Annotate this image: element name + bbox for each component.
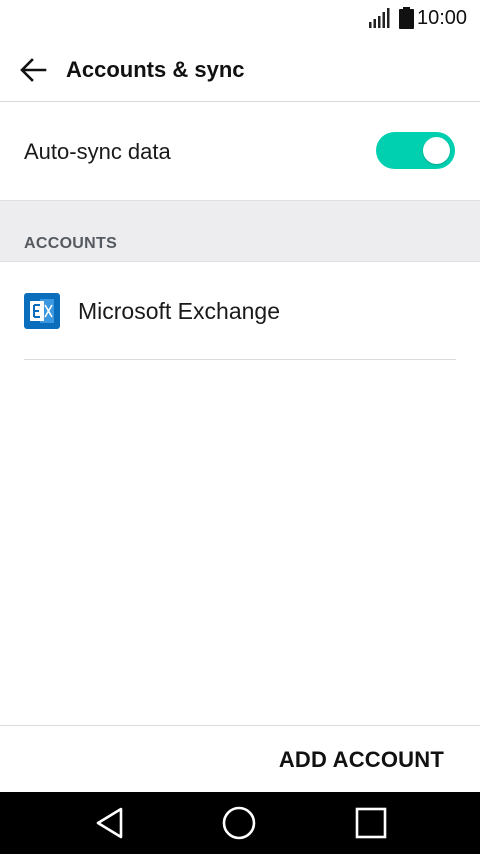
signal-bars-icon xyxy=(369,8,390,28)
auto-sync-toggle[interactable] xyxy=(376,132,455,169)
circle-home-icon xyxy=(222,806,256,840)
auto-sync-label: Auto-sync data xyxy=(24,139,171,164)
square-recents-icon xyxy=(355,807,387,839)
nav-recents-button[interactable] xyxy=(351,804,391,842)
nav-home-button[interactable] xyxy=(219,804,259,842)
toggle-knob xyxy=(423,137,450,164)
page-title: Accounts & sync xyxy=(66,57,245,82)
status-clock: 10:00 xyxy=(417,7,468,29)
microsoft-exchange-icon xyxy=(24,293,60,329)
add-account-button[interactable]: ADD ACCOUNT xyxy=(279,746,444,774)
auto-sync-row[interactable]: Auto-sync data xyxy=(0,102,480,200)
account-name: Microsoft Exchange xyxy=(78,298,280,324)
accounts-header-label: ACCOUNTS xyxy=(24,235,118,252)
account-item-microsoft-exchange[interactable]: Microsoft Exchange xyxy=(0,262,480,360)
app-bar: Accounts & sync xyxy=(0,38,480,102)
triangle-back-icon xyxy=(96,807,123,839)
nav-back-button[interactable] xyxy=(89,804,129,842)
back-button[interactable] xyxy=(14,52,52,88)
status-bar: 10:00 xyxy=(0,0,480,38)
footer-bar: ADD ACCOUNT xyxy=(0,725,480,792)
accounts-section-header: ACCOUNTS xyxy=(0,200,480,262)
arrow-left-icon xyxy=(20,58,47,82)
battery-icon xyxy=(399,7,414,29)
divider xyxy=(24,359,456,360)
navigation-bar xyxy=(0,792,480,854)
